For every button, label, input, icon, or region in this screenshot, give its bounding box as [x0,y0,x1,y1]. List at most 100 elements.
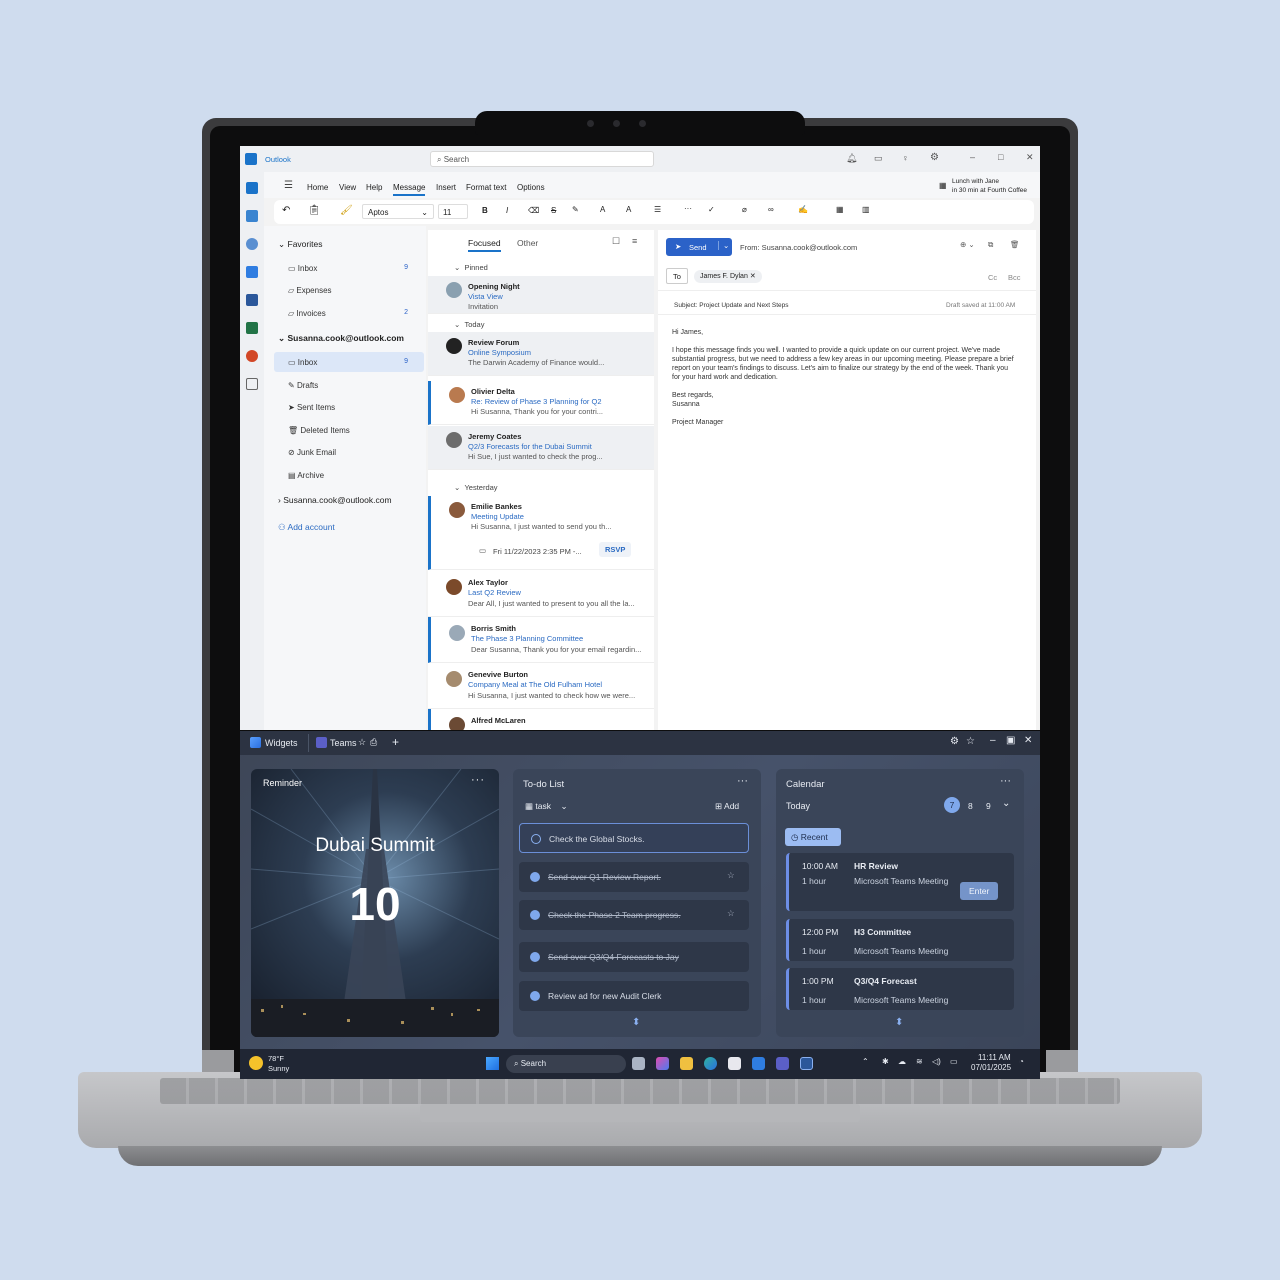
pin-icon[interactable]: ☆ [966,736,975,747]
more-icon[interactable]: ··· [1000,775,1011,787]
reminder-sub[interactable]: in 30 min at Fourth Coffee [952,187,1027,194]
bell-icon[interactable]: 🔔︎ [846,153,857,164]
favorites-header[interactable]: ⌄ Favorites [278,239,322,250]
chart-icon[interactable]: ▥ [862,205,870,214]
check-icon[interactable] [530,991,540,1001]
calendar-icon[interactable] [246,210,258,222]
send-button[interactable]: ➤ Send ⌄ [666,238,732,256]
day[interactable]: 8 [968,801,973,811]
strikethrough-icon[interactable]: S [551,206,556,215]
highlight-icon[interactable]: ✎ [572,205,579,214]
volume-icon[interactable]: ◁) [932,1057,941,1066]
mail-item[interactable]: Emilie Bankes Meeting Update Hi Susanna,… [428,496,654,570]
word-icon[interactable] [800,1057,813,1070]
day[interactable]: 9 [986,801,991,811]
start-icon[interactable] [486,1057,499,1070]
menu-help[interactable]: Help [366,183,382,192]
app-icon[interactable] [752,1057,765,1070]
scroll-arrows-icon[interactable]: ⬍ [632,1017,640,1028]
folder-junk[interactable]: ⊘ Junk Email [288,448,336,457]
minimize-icon[interactable]: – [970,152,975,162]
chevron-down-icon[interactable]: ⌄ [1002,798,1010,809]
favorite-expenses[interactable]: ▱ Expenses [288,286,418,295]
italic-icon[interactable]: I [506,206,508,215]
message-body[interactable]: Hi James, I hope this message finds you … [672,328,1018,427]
cc-button[interactable]: Cc [988,273,997,282]
checkbox-icon[interactable] [531,834,541,844]
check-icon[interactable] [530,910,540,920]
tab-other[interactable]: Other [517,238,538,248]
star-icon[interactable]: ☆ [358,737,366,748]
maximize-icon[interactable]: □ [998,152,1003,162]
folder-deleted[interactable]: 🗑︎ Deleted Items [288,426,350,435]
todo-item[interactable]: Send over Q3/Q4 Forecasts to Jay [519,942,749,972]
bluetooth-icon[interactable]: ✱ [882,1057,889,1066]
edge-icon[interactable] [704,1057,717,1070]
menu-insert[interactable]: Insert [436,183,456,192]
check-icon[interactable] [530,952,540,962]
gear-icon[interactable]: ⚙ [950,736,959,747]
close-icon[interactable]: ✕ [1024,735,1032,746]
menu-options[interactable]: Options [517,183,545,192]
close-icon[interactable]: ✕ [750,273,756,280]
event-item[interactable]: 10:00 AM 1 hour HR Review Microsoft Team… [786,853,1014,911]
clock-date[interactable]: 07/01/2025 [971,1063,1011,1072]
font-size-select[interactable]: 11 [438,204,468,219]
tab-widgets[interactable]: Widgets [265,738,298,748]
mail-icon[interactable] [246,182,258,194]
from-field[interactable]: From: Susanna.cook@outlook.com [740,243,857,252]
signature-icon[interactable]: ✍ [798,205,808,214]
reminder-title[interactable]: Lunch with Jane [952,178,999,185]
task-view-icon[interactable] [632,1057,645,1070]
add-task-button[interactable]: ⊞ Add [715,801,739,812]
font-color-icon[interactable]: A [600,205,605,214]
gear-icon[interactable]: ⚙ [930,152,939,163]
battery-icon[interactable]: ▭ [950,1057,958,1066]
list-select[interactable]: ▦ task ⌄ [525,801,568,812]
bold-icon[interactable]: B [482,206,488,215]
filter-icon[interactable]: ≡ [632,236,637,246]
todo-item[interactable]: Send over Q1 Review Report. ☆ [519,862,749,892]
powerpoint-icon[interactable] [246,350,258,362]
group-today[interactable]: ⌄ Today [454,320,484,329]
todo-item[interactable]: Review ad for new Audit Clerk [519,981,749,1011]
wifi-icon[interactable]: ≋ [916,1057,923,1066]
people-icon[interactable] [246,238,258,250]
scroll-arrows-icon[interactable]: ⬍ [895,1017,903,1028]
account2-header[interactable]: › Susanna.cook@outlook.com [278,495,392,505]
notification-bell-icon[interactable]: ◔ [1019,1057,1024,1066]
select-icon[interactable]: ☐ [612,236,620,247]
link-icon[interactable]: ∞ [768,205,774,214]
popout-icon[interactable]: ⧉ [988,240,993,250]
folder-drafts[interactable]: ✎ Drafts [288,381,318,390]
add-tab-icon[interactable]: + [392,735,399,749]
folder-sent[interactable]: ➤ Sent Items [288,403,335,412]
mail-item[interactable]: Borris Smith The Phase 3 Planning Commit… [428,617,654,663]
hamburger-icon[interactable]: ☰ [284,180,293,191]
undo-icon[interactable]: ↶ [282,205,290,216]
chevron-up-icon[interactable]: ⌃ [862,1057,869,1066]
copilot-icon[interactable] [656,1057,669,1070]
event-item[interactable]: 12:00 PM 1 hour H3 Committee Microsoft T… [786,919,1014,961]
favorite-inbox[interactable]: ▭ Inbox 9 [288,264,418,273]
check-icon[interactable] [530,872,540,882]
attach-icon[interactable]: ⌀ [742,205,747,214]
favorite-invoices[interactable]: ▱ Invoices 2 [288,309,418,318]
list-icon[interactable]: ☰ [654,205,661,214]
bcc-button[interactable]: Bcc [1008,273,1021,282]
excel-icon[interactable] [246,322,258,334]
maximize-icon[interactable]: ▣ [1006,735,1015,746]
to-button[interactable]: To [666,268,688,284]
font-name-select[interactable]: Aptos ⌄ [362,204,434,219]
menu-format-text[interactable]: Format text [466,183,506,192]
search-input[interactable]: ⌕ Search [430,151,654,167]
chevron-down-icon[interactable]: ⌄ [718,241,729,250]
menu-message[interactable]: Message [393,183,426,196]
taskbar-search[interactable]: ⌕ Search [506,1055,626,1073]
recent-button[interactable]: ◷ Recent [785,828,841,846]
teams-icon[interactable] [776,1057,789,1070]
tab-teams[interactable]: Teams [330,738,357,748]
file-explorer-icon[interactable] [680,1057,693,1070]
note-icon[interactable]: ▭ [874,153,883,164]
mail-item[interactable]: Olivier Delta Re: Review of Phase 3 Plan… [428,381,654,425]
